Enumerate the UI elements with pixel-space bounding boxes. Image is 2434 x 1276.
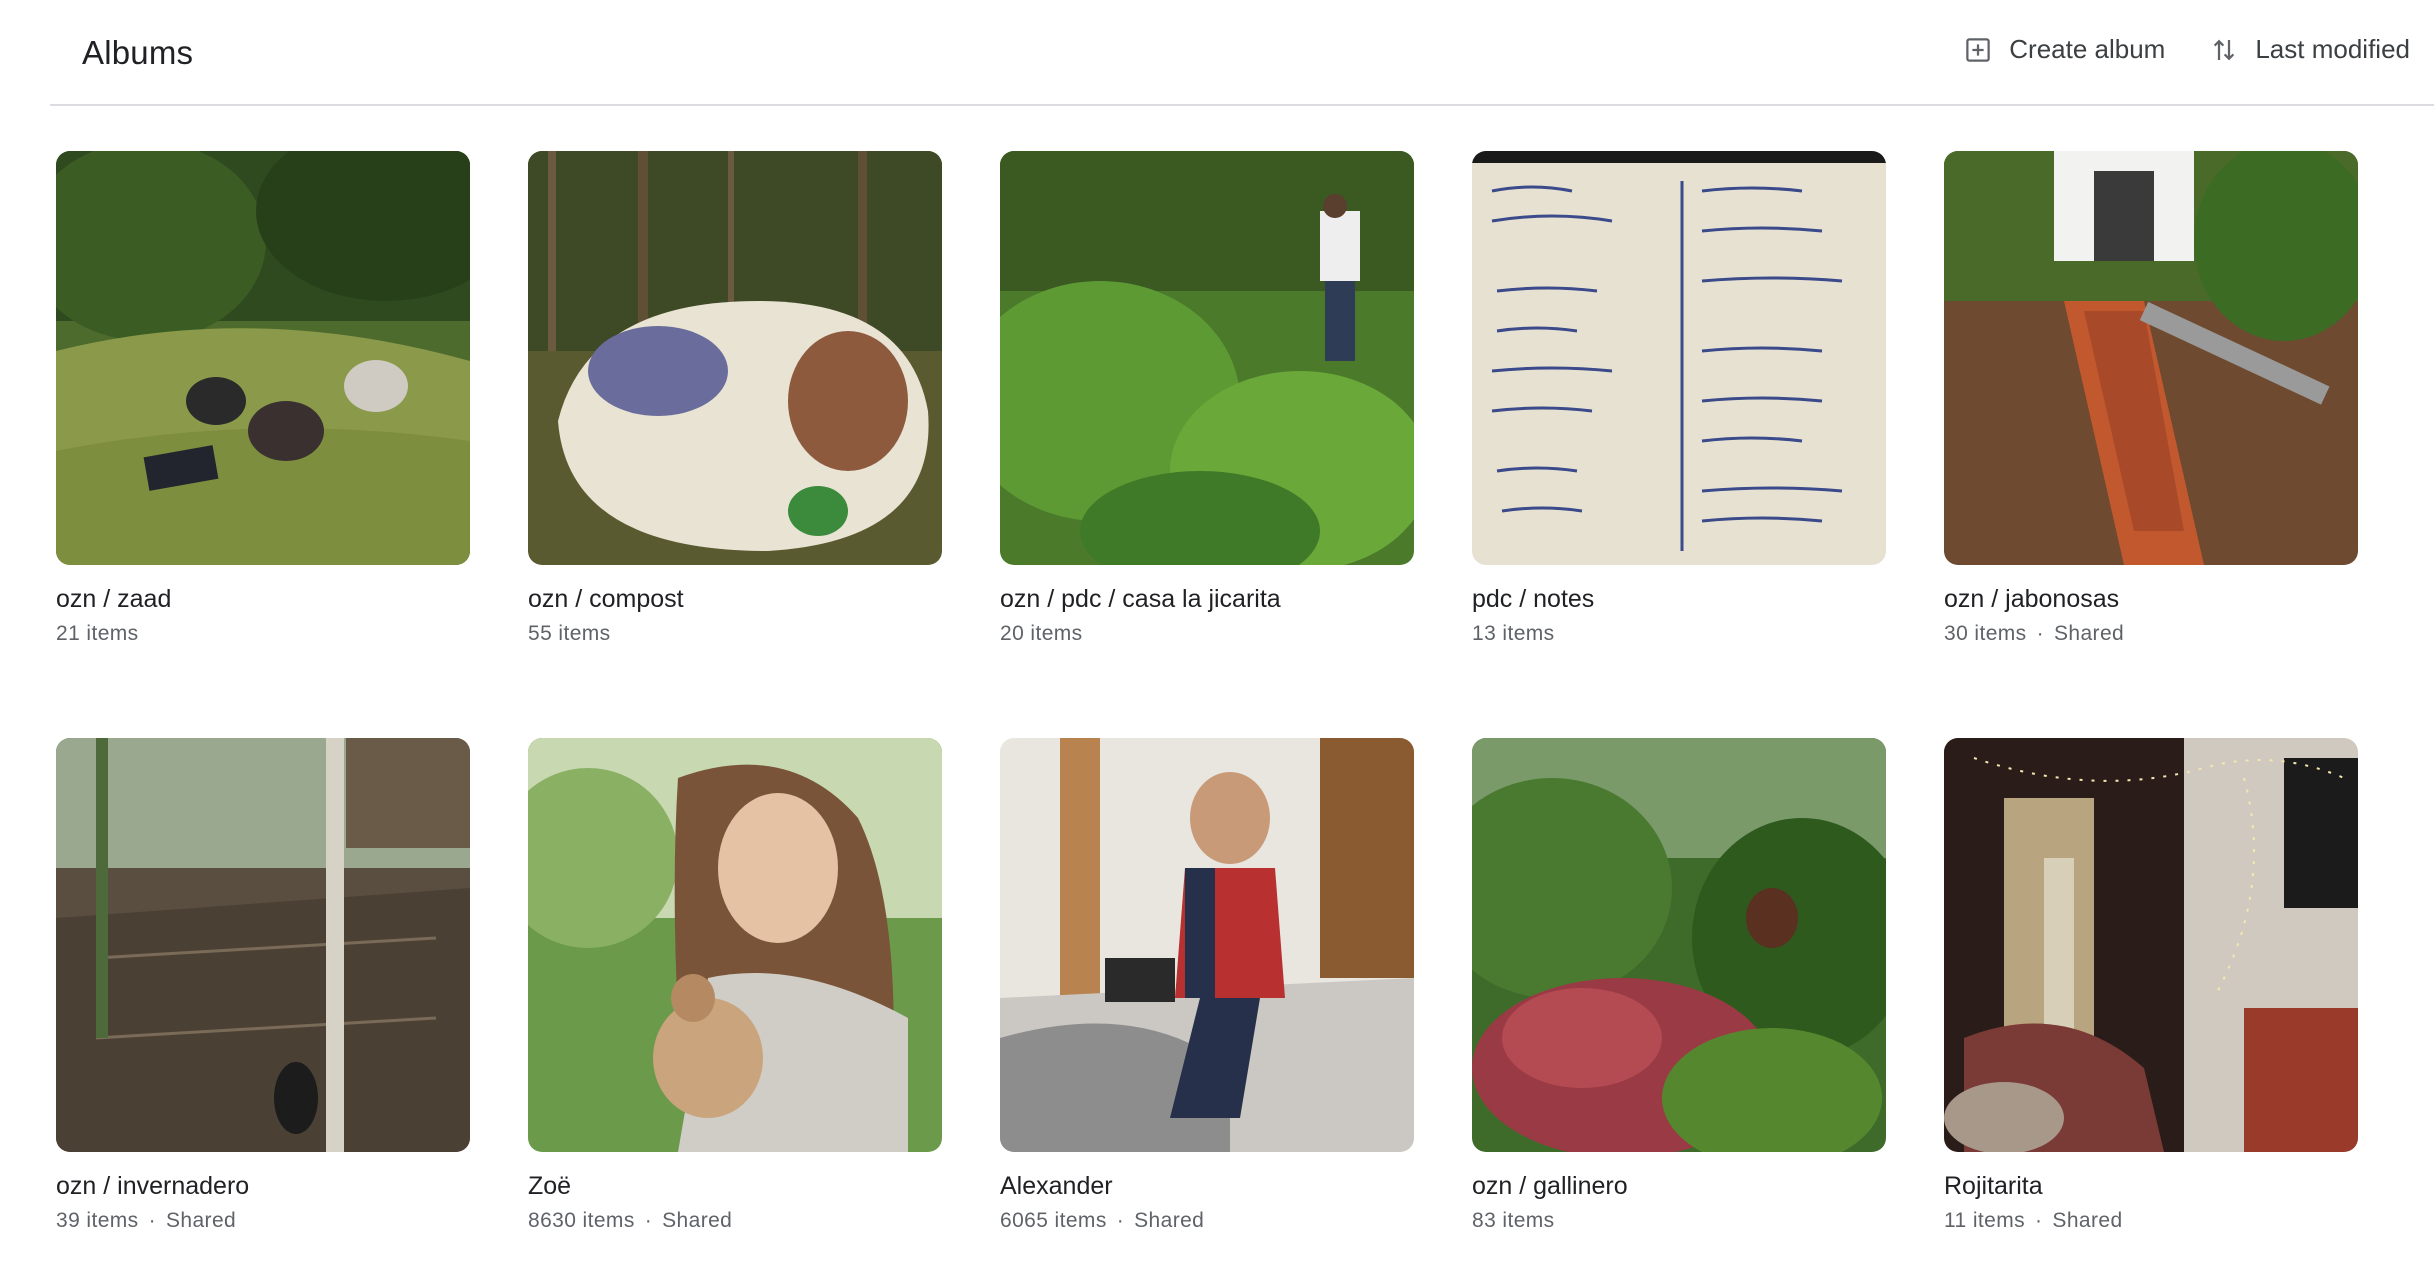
add-box-icon xyxy=(1963,35,1993,65)
album-count: 30 items xyxy=(1944,621,2027,645)
album-count: 6065 items xyxy=(1000,1208,1107,1232)
album-count: 83 items xyxy=(1472,1208,1555,1232)
album-card[interactable]: Zoë 8630 items · Shared xyxy=(528,738,942,1233)
page-title: Albums xyxy=(82,34,194,71)
album-thumbnail[interactable] xyxy=(56,151,470,565)
sort-label: Last modified xyxy=(2255,34,2410,64)
meta-separator: · xyxy=(1116,1208,1125,1232)
shared-label: Shared xyxy=(2052,1208,2123,1232)
album-count: 21 items xyxy=(56,621,139,645)
album-meta: 30 items · Shared xyxy=(1944,622,2358,646)
album-meta: 83 items xyxy=(1472,1209,1886,1233)
album-card[interactable]: ozn / compost 55 items xyxy=(528,151,942,646)
shared-label: Shared xyxy=(1134,1208,1205,1232)
album-title[interactable]: ozn / pdc / casa la jicarita xyxy=(1000,583,1414,616)
album-thumbnail[interactable] xyxy=(528,151,942,565)
meta-separator: · xyxy=(148,1208,156,1232)
album-card[interactable]: Rojitarita 11 items · Shared xyxy=(1944,738,2358,1233)
album-count: 13 items xyxy=(1472,621,1555,645)
album-card[interactable]: ozn / jabonosas 30 items · Shared xyxy=(1944,151,2358,646)
album-card[interactable]: ozn / pdc / casa la jicarita 20 items xyxy=(1000,151,1414,646)
album-meta: 6065 items · Shared xyxy=(1000,1209,1414,1233)
album-card[interactable]: ozn / gallinero 83 items xyxy=(1472,738,1886,1233)
meta-separator: · xyxy=(2035,1208,2043,1232)
album-meta: 13 items xyxy=(1472,622,1886,646)
album-title[interactable]: ozn / jabonosas xyxy=(1944,583,2358,616)
sort-button[interactable]: Last modified xyxy=(2209,34,2410,65)
create-album-button[interactable]: Create album xyxy=(1963,34,2165,65)
album-card[interactable]: Alexander 6065 items · Shared xyxy=(1000,738,1414,1233)
album-title[interactable]: Alexander xyxy=(1000,1170,1414,1203)
shared-label: Shared xyxy=(165,1208,237,1232)
album-thumbnail[interactable] xyxy=(1944,738,2358,1152)
album-thumbnail[interactable] xyxy=(1944,151,2358,565)
album-title[interactable]: ozn / compost xyxy=(528,583,942,616)
album-title[interactable]: pdc / notes xyxy=(1472,583,1886,616)
top-bar: Albums Create album Last modified xyxy=(50,0,2434,106)
album-title[interactable]: ozn / zaad xyxy=(56,583,470,616)
album-thumbnail[interactable] xyxy=(528,738,942,1152)
album-thumbnail[interactable] xyxy=(56,738,470,1152)
album-count: 11 items xyxy=(1944,1208,2026,1232)
shared-label: Shared xyxy=(662,1208,733,1232)
album-meta: 8630 items · Shared xyxy=(528,1209,942,1233)
album-title[interactable]: Zoë xyxy=(528,1170,942,1203)
header-actions: Create album Last modified xyxy=(1963,34,2410,65)
album-card[interactable]: pdc / notes 13 items xyxy=(1472,151,1886,646)
album-count: 55 items xyxy=(528,621,611,645)
album-title[interactable]: ozn / gallinero xyxy=(1472,1170,1886,1203)
album-thumbnail[interactable] xyxy=(1000,151,1414,565)
album-meta: 55 items xyxy=(528,622,942,646)
meta-separator: · xyxy=(644,1208,653,1232)
sort-arrows-icon xyxy=(2209,35,2239,65)
album-thumbnail[interactable] xyxy=(1472,738,1886,1152)
create-album-label: Create album xyxy=(2009,34,2166,64)
album-thumbnail[interactable] xyxy=(1000,738,1414,1152)
album-title[interactable]: ozn / invernadero xyxy=(56,1170,470,1203)
shared-label: Shared xyxy=(2053,621,2125,645)
album-count: 20 items xyxy=(1000,621,1083,645)
album-meta: 21 items xyxy=(56,622,470,646)
meta-separator: · xyxy=(2036,621,2044,645)
album-meta: 20 items xyxy=(1000,622,1414,646)
album-count: 8630 items xyxy=(528,1208,635,1232)
album-card[interactable]: ozn / zaad 21 items xyxy=(56,151,470,646)
album-count: 39 items xyxy=(56,1208,139,1232)
album-title[interactable]: Rojitarita xyxy=(1944,1170,2358,1203)
album-meta: 11 items · Shared xyxy=(1944,1209,2358,1233)
album-card[interactable]: ozn / invernadero 39 items · Shared xyxy=(56,738,470,1233)
album-meta: 39 items · Shared xyxy=(56,1209,470,1233)
album-thumbnail[interactable] xyxy=(1472,151,1886,565)
